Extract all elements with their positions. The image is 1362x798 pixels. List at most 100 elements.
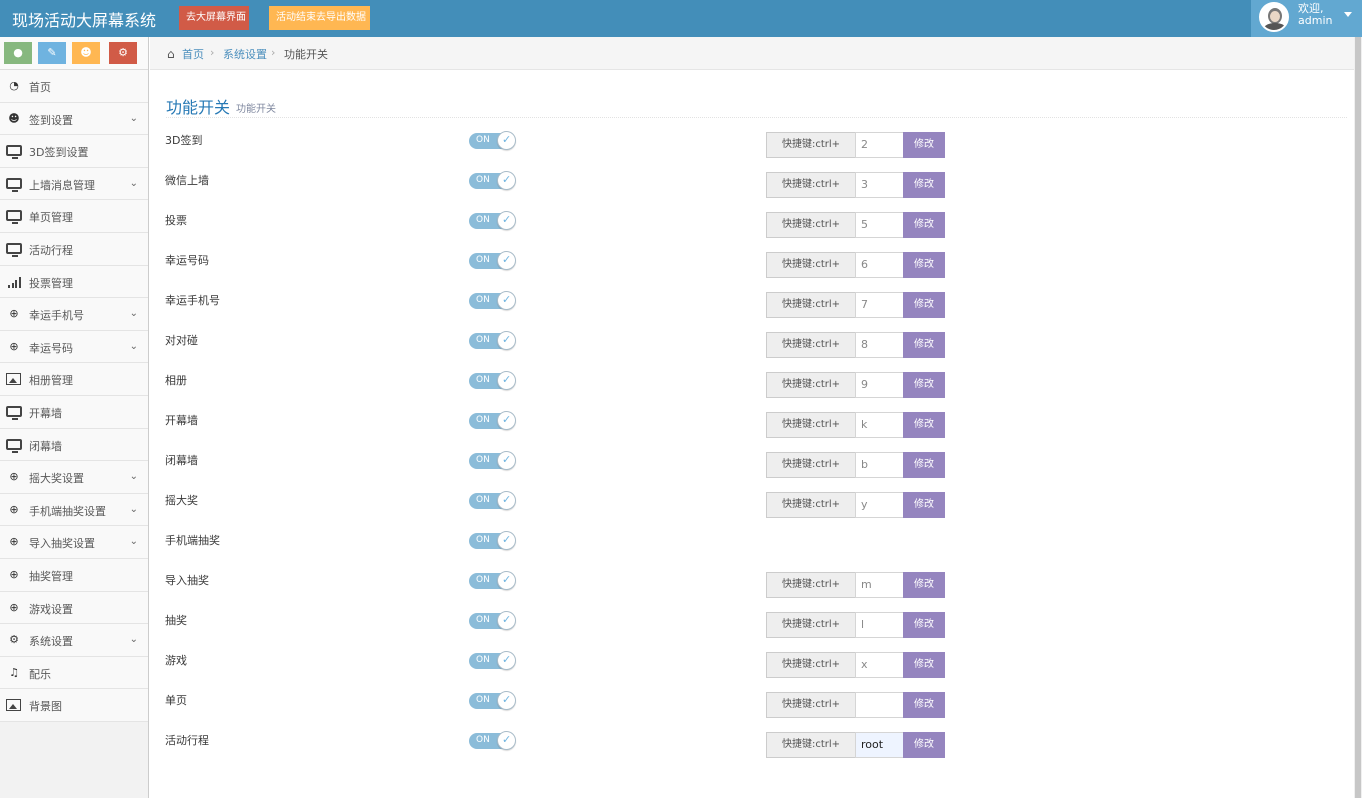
hotkey-label: 快捷键:ctrl+ bbox=[766, 292, 856, 318]
feature-toggle[interactable]: ON ✓ bbox=[469, 411, 516, 431]
toggle-on-label: ON bbox=[476, 735, 490, 745]
feature-toggle[interactable]: ON ✓ bbox=[469, 651, 516, 671]
toggle-knob: ✓ bbox=[497, 211, 516, 230]
caret-down-icon[interactable] bbox=[1344, 12, 1352, 17]
check-icon: ✓ bbox=[502, 333, 512, 346]
toggle-knob: ✓ bbox=[497, 371, 516, 390]
hotkey-input[interactable]: x bbox=[855, 652, 904, 678]
toggle-on-label: ON bbox=[476, 655, 490, 665]
feature-name: 闭幕墙 bbox=[165, 454, 198, 467]
modify-button[interactable]: 修改 bbox=[903, 292, 945, 318]
feature-toggle[interactable]: ON ✓ bbox=[469, 611, 516, 631]
hotkey-input[interactable]: m bbox=[855, 572, 904, 598]
feature-row: 开幕墙 ON ✓ 快捷键:ctrl+ k 修改 bbox=[0, 404, 1362, 444]
feature-toggle[interactable]: ON ✓ bbox=[469, 451, 516, 471]
hotkey-input[interactable]: 5 bbox=[855, 212, 904, 238]
cogs-icon[interactable]: ⚙ bbox=[109, 42, 137, 64]
feature-row: 游戏 ON ✓ 快捷键:ctrl+ x 修改 bbox=[0, 644, 1362, 684]
hotkey-input[interactable]: y bbox=[855, 492, 904, 518]
hotkey-group: 快捷键:ctrl+ 7 修改 bbox=[766, 292, 945, 318]
check-icon: ✓ bbox=[502, 373, 512, 386]
pencil-icon[interactable]: ✎ bbox=[38, 42, 66, 64]
breadcrumb-home[interactable]: 首页 bbox=[182, 46, 204, 62]
feature-row: 相册 ON ✓ 快捷键:ctrl+ 9 修改 bbox=[0, 364, 1362, 404]
hotkey-input[interactable]: root bbox=[855, 732, 904, 758]
hotkey-group: 快捷键:ctrl+ b 修改 bbox=[766, 452, 945, 478]
modify-button[interactable]: 修改 bbox=[903, 692, 945, 718]
hotkey-input[interactable]: 6 bbox=[855, 252, 904, 278]
feature-toggle[interactable]: ON ✓ bbox=[469, 291, 516, 311]
modify-button[interactable]: 修改 bbox=[903, 332, 945, 358]
feature-toggle[interactable]: ON ✓ bbox=[469, 251, 516, 271]
hotkey-input[interactable]: 3 bbox=[855, 172, 904, 198]
toggle-on-label: ON bbox=[476, 375, 490, 385]
breadcrumb-current: 功能开关 bbox=[284, 48, 328, 61]
app-title[interactable]: 现场活动大屏幕系统 bbox=[12, 7, 156, 31]
feature-name: 幸运手机号 bbox=[165, 294, 220, 307]
page-header: 功能开关 功能开关 bbox=[166, 94, 1347, 118]
modify-button[interactable]: 修改 bbox=[903, 132, 945, 158]
sidebar-item[interactable]: ◔ 首页 bbox=[0, 70, 148, 103]
home-icon[interactable]: ⌂ bbox=[167, 47, 175, 61]
user-name: admin bbox=[1298, 14, 1333, 27]
modify-button[interactable]: 修改 bbox=[903, 412, 945, 438]
breadcrumb-parent[interactable]: 系统设置 bbox=[223, 46, 267, 62]
sidebar-item-label: 首页 bbox=[29, 81, 51, 94]
modify-button[interactable]: 修改 bbox=[903, 212, 945, 238]
toggle-on-label: ON bbox=[476, 215, 490, 225]
feature-row: 手机端抽奖 ON ✓ bbox=[0, 524, 1362, 564]
toggle-on-label: ON bbox=[476, 295, 490, 305]
export-data-button[interactable]: 活动结束去导出数据 bbox=[269, 6, 370, 30]
hotkey-input[interactable]: k bbox=[855, 412, 904, 438]
feature-toggle[interactable]: ON ✓ bbox=[469, 171, 516, 191]
modify-button[interactable]: 修改 bbox=[903, 572, 945, 598]
hotkey-input[interactable]: l bbox=[855, 612, 904, 638]
feature-toggle[interactable]: ON ✓ bbox=[469, 731, 516, 751]
modify-button[interactable]: 修改 bbox=[903, 172, 945, 198]
feature-toggle[interactable]: ON ✓ bbox=[469, 331, 516, 351]
feature-toggle[interactable]: ON ✓ bbox=[469, 131, 516, 151]
hotkey-input[interactable]: b bbox=[855, 452, 904, 478]
scrollbar[interactable] bbox=[1354, 37, 1362, 798]
feature-name: 活动行程 bbox=[165, 734, 209, 747]
modify-button[interactable]: 修改 bbox=[903, 452, 945, 478]
feature-name: 相册 bbox=[165, 374, 187, 387]
modify-button[interactable]: 修改 bbox=[903, 252, 945, 278]
user-menu[interactable]: 欢迎, admin bbox=[1251, 0, 1362, 37]
toggle-knob: ✓ bbox=[497, 691, 516, 710]
modify-button[interactable]: 修改 bbox=[903, 612, 945, 638]
hotkey-label: 快捷键:ctrl+ bbox=[766, 132, 856, 158]
feature-toggle[interactable]: ON ✓ bbox=[469, 531, 516, 551]
feature-name: 开幕墙 bbox=[165, 414, 198, 427]
check-icon: ✓ bbox=[502, 693, 512, 706]
check-icon: ✓ bbox=[502, 253, 512, 266]
feature-toggle[interactable]: ON ✓ bbox=[469, 371, 516, 391]
modify-button[interactable]: 修改 bbox=[903, 652, 945, 678]
toggle-on-label: ON bbox=[476, 135, 490, 145]
modify-button[interactable]: 修改 bbox=[903, 372, 945, 398]
big-screen-button[interactable]: 去大屏幕界面 bbox=[179, 6, 249, 30]
feature-toggle[interactable]: ON ✓ bbox=[469, 571, 516, 591]
comment-icon[interactable]: ● bbox=[4, 42, 32, 64]
hotkey-label: 快捷键:ctrl+ bbox=[766, 372, 856, 398]
hotkey-group: 快捷键:ctrl+ 5 修改 bbox=[766, 212, 945, 238]
feature-toggle[interactable]: ON ✓ bbox=[469, 691, 516, 711]
hotkey-label: 快捷键:ctrl+ bbox=[766, 212, 856, 238]
check-icon: ✓ bbox=[502, 533, 512, 546]
scrollbar-thumb[interactable] bbox=[1355, 37, 1361, 798]
hotkey-input[interactable]: 8 bbox=[855, 332, 904, 358]
modify-button[interactable]: 修改 bbox=[903, 492, 945, 518]
feature-row: 幸运号码 ON ✓ 快捷键:ctrl+ 6 修改 bbox=[0, 244, 1362, 284]
toggle-knob: ✓ bbox=[497, 331, 516, 350]
feature-toggle[interactable]: ON ✓ bbox=[469, 491, 516, 511]
users-icon[interactable]: ☻ bbox=[72, 42, 100, 64]
toggle-knob: ✓ bbox=[497, 251, 516, 270]
hotkey-input[interactable]: 2 bbox=[855, 132, 904, 158]
feature-toggle[interactable]: ON ✓ bbox=[469, 211, 516, 231]
modify-button[interactable]: 修改 bbox=[903, 732, 945, 758]
hotkey-group: 快捷键:ctrl+ x 修改 bbox=[766, 652, 945, 678]
hotkey-input[interactable] bbox=[855, 692, 904, 718]
toggle-knob: ✓ bbox=[497, 131, 516, 150]
hotkey-input[interactable]: 7 bbox=[855, 292, 904, 318]
hotkey-input[interactable]: 9 bbox=[855, 372, 904, 398]
